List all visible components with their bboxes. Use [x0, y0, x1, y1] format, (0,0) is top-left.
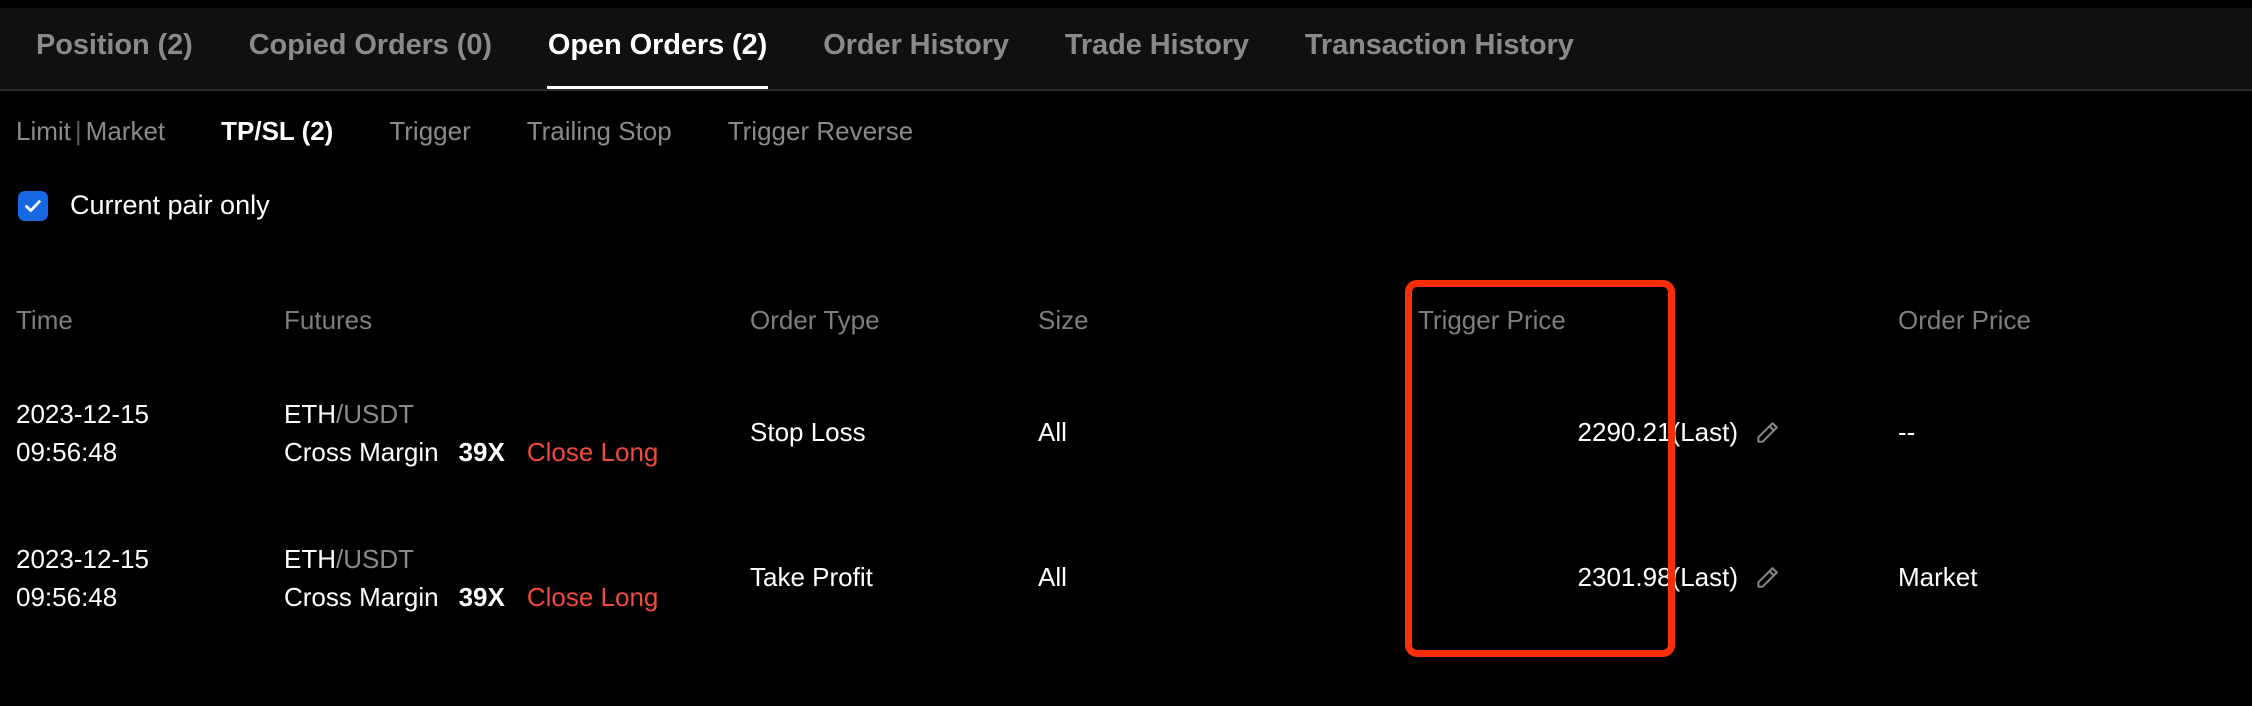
tab-transaction-history[interactable]: Transaction History — [1277, 8, 1602, 62]
current-pair-only-label: Current pair only — [70, 190, 270, 221]
symbol-quote: /USDT — [336, 544, 414, 574]
subtab-separator: | — [71, 116, 86, 146]
leverage: 39X — [459, 439, 505, 465]
current-pair-only-row[interactable]: Current pair only — [18, 190, 270, 221]
tab-copied-orders[interactable]: Copied Orders (0) — [221, 8, 520, 62]
cell-futures: ETH/USDT Cross Margin 39X Close Long — [278, 546, 744, 610]
cell-size: All — [1032, 562, 1412, 593]
subtab-market-label: Market — [86, 116, 165, 146]
order-tabs-bar: Position (2) Copied Orders (0) Open Orde… — [0, 8, 2252, 90]
pencil-icon[interactable] — [1754, 420, 1780, 446]
margin-mode: Cross Margin — [284, 439, 439, 465]
open-orders-table: Time Futures Order Type Size Trigger Pri… — [0, 280, 2252, 650]
cell-size: All — [1032, 417, 1412, 448]
cell-order-price: Market — [1892, 562, 2252, 593]
table-row[interactable]: 2023-12-15 09:56:48 ETH/USDT Cross Margi… — [0, 360, 2252, 505]
column-header-order-price: Order Price — [1892, 305, 2252, 336]
symbol-quote: /USDT — [336, 399, 414, 429]
column-header-size: Size — [1032, 305, 1412, 336]
cell-futures: ETH/USDT Cross Margin 39X Close Long — [278, 401, 744, 465]
open-orders-panel: Position (2) Copied Orders (0) Open Orde… — [0, 0, 2252, 706]
tab-position[interactable]: Position (2) — [8, 8, 221, 62]
tab-trade-history[interactable]: Trade History — [1037, 8, 1277, 62]
order-side: Close Long — [527, 584, 659, 610]
current-pair-only-checkbox[interactable] — [18, 191, 48, 221]
order-time: 09:56:48 — [16, 439, 272, 465]
order-side: Close Long — [527, 439, 659, 465]
futures-symbol: ETH/USDT — [284, 546, 738, 572]
trigger-price-value: 2290.21(Last) — [1578, 417, 1738, 448]
cell-order-type: Stop Loss — [744, 417, 1032, 448]
column-header-time: Time — [0, 305, 278, 336]
symbol-base: ETH — [284, 544, 336, 574]
order-time: 09:56:48 — [16, 584, 272, 610]
futures-symbol: ETH/USDT — [284, 401, 738, 427]
subtab-limit-market[interactable]: Limit|Market — [16, 116, 165, 147]
cell-order-price: -- — [1892, 417, 2252, 448]
column-header-trigger-price: Trigger Price — [1412, 305, 1892, 336]
cell-trigger-price: 2290.21(Last) — [1412, 417, 1892, 448]
margin-mode: Cross Margin — [284, 584, 439, 610]
order-date: 2023-12-15 — [16, 546, 272, 572]
table-row[interactable]: 2023-12-15 09:56:48 ETH/USDT Cross Margi… — [0, 505, 2252, 650]
check-icon — [23, 196, 43, 216]
subtab-tpsl[interactable]: TP/SL (2) — [221, 116, 333, 147]
leverage: 39X — [459, 584, 505, 610]
subtab-trailing-stop[interactable]: Trailing Stop — [527, 116, 672, 147]
tab-order-history[interactable]: Order History — [795, 8, 1037, 62]
order-date: 2023-12-15 — [16, 401, 272, 427]
column-header-order-type: Order Type — [744, 305, 1032, 336]
futures-details: Cross Margin 39X Close Long — [284, 584, 738, 610]
column-header-futures: Futures — [278, 305, 744, 336]
pencil-icon[interactable] — [1754, 565, 1780, 591]
order-subtabs-bar: Limit|Market TP/SL (2) Trigger Trailing … — [0, 104, 2252, 160]
futures-details: Cross Margin 39X Close Long — [284, 439, 738, 465]
cell-order-type: Take Profit — [744, 562, 1032, 593]
subtab-trigger-reverse[interactable]: Trigger Reverse — [728, 116, 913, 147]
top-strip — [0, 0, 2252, 8]
trigger-price-value: 2301.98(Last) — [1578, 562, 1738, 593]
subtab-trigger[interactable]: Trigger — [389, 116, 470, 147]
tab-open-orders[interactable]: Open Orders (2) — [520, 8, 795, 62]
subtab-limit-label: Limit — [16, 116, 71, 146]
cell-time: 2023-12-15 09:56:48 — [0, 401, 278, 465]
symbol-base: ETH — [284, 399, 336, 429]
tabbar-divider — [0, 89, 2252, 91]
cell-trigger-price: 2301.98(Last) — [1412, 562, 1892, 593]
table-header-row: Time Futures Order Type Size Trigger Pri… — [0, 280, 2252, 360]
cell-time: 2023-12-15 09:56:48 — [0, 546, 278, 610]
